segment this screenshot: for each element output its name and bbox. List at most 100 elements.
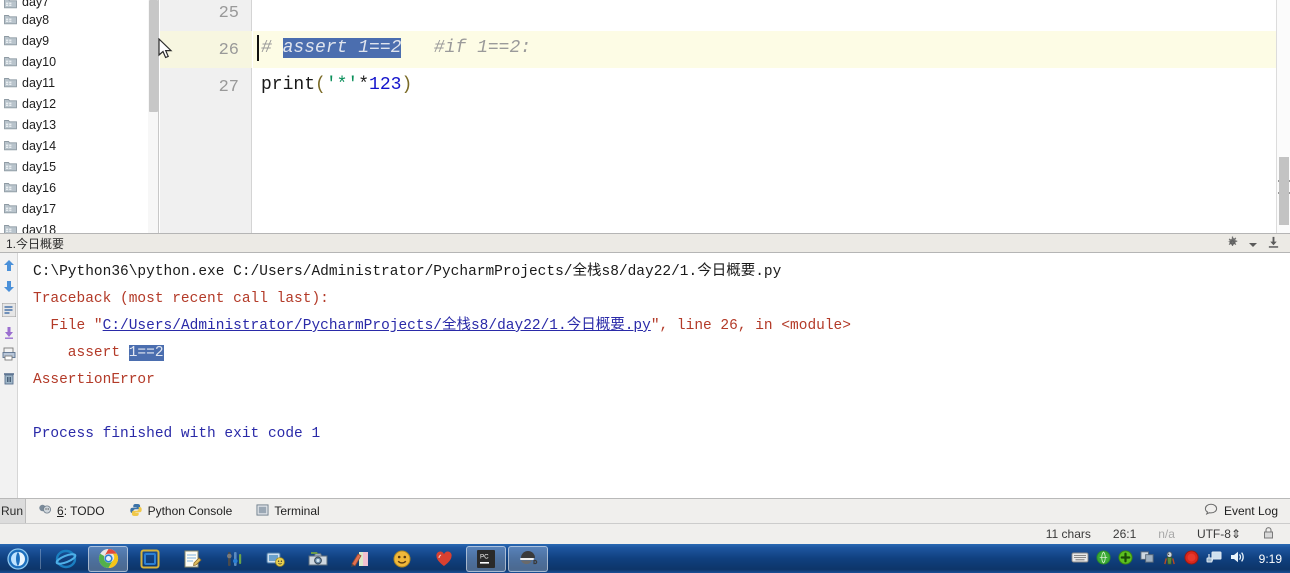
tree-item-day15[interactable]: day15 xyxy=(0,156,148,177)
green-circle-icon[interactable] xyxy=(1096,549,1111,568)
down-arrow-icon[interactable] xyxy=(2,279,16,293)
tree-item-day18[interactable]: day18 xyxy=(0,219,148,233)
tree-item-day14[interactable]: day14 xyxy=(0,135,148,156)
toolwindow-button-todo[interactable]: 6: TODO xyxy=(26,499,117,524)
status-char-count: 11 chars xyxy=(1045,527,1091,541)
taskbar-coffee-app[interactable] xyxy=(508,545,548,572)
tree-item-day10[interactable]: day10 xyxy=(0,51,148,72)
event-log-icon xyxy=(1204,503,1218,519)
comment-hash: # xyxy=(261,38,272,58)
run-console[interactable]: C:\Python36\python.exe C:/Users/Administ… xyxy=(0,253,1290,498)
file-path-link[interactable]: C:/Users/Administrator/PycharmProjects/全… xyxy=(103,318,651,334)
taskbar-messenger-app[interactable] xyxy=(256,546,296,572)
event-log-button[interactable]: Event Log xyxy=(1204,503,1290,519)
tree-item-label: day13 xyxy=(22,117,57,132)
terminal-icon xyxy=(256,503,269,519)
chevron-down-icon[interactable] xyxy=(1249,237,1257,251)
line-number-25: 25 xyxy=(218,4,239,23)
taskbar-camera-app[interactable] xyxy=(298,546,338,572)
tree-item-label: day15 xyxy=(22,159,57,174)
taskbar-internet-explorer[interactable] xyxy=(46,546,86,572)
python-icon xyxy=(129,503,143,520)
keyboard-icon[interactable] xyxy=(1071,550,1089,567)
print-keyword: print xyxy=(261,75,316,95)
taskbar-divider xyxy=(40,548,41,569)
code-line-27[interactable]: print('*'*123) xyxy=(261,75,412,95)
toolwindow-button-python-console[interactable]: Python Console xyxy=(117,499,245,524)
tree-item-day17[interactable]: day17 xyxy=(0,198,148,219)
folder-icon xyxy=(4,14,17,25)
tree-item-day7[interactable]: day7 xyxy=(0,0,148,9)
status-encoding[interactable]: UTF-8⇕ xyxy=(1197,527,1241,541)
console-exit-line: Process finished with exit code 1 xyxy=(33,426,321,442)
assert-expression-selected[interactable]: 1==2 xyxy=(128,345,164,361)
editor-scrollbar-thumb[interactable] xyxy=(1279,157,1289,225)
network-icon[interactable] xyxy=(1206,550,1222,567)
todo-icon xyxy=(38,503,52,519)
terminal-label: Terminal xyxy=(274,504,320,518)
editor-scrollbar[interactable] xyxy=(1276,0,1290,233)
scroll-to-end-icon[interactable] xyxy=(2,325,16,339)
console-assert-line: assert 1==2 xyxy=(33,344,164,362)
code-line-26[interactable]: # assert 1==2 #if 1==2: xyxy=(261,38,531,58)
console-file-line[interactable]: File "C:/Users/Administrator/PycharmProj… xyxy=(33,317,851,335)
tree-item-label: day18 xyxy=(22,222,57,234)
console-output[interactable]: C:\Python36\python.exe C:/Users/Administ… xyxy=(19,253,1290,498)
code-editor[interactable]: 25 26 27 # assert 1==2 #if 1==2: print('… xyxy=(160,0,1290,233)
print-icon[interactable] xyxy=(2,347,16,361)
toolwindow-button-run[interactable]: Run xyxy=(0,498,26,524)
editor-gutter[interactable]: 25 26 27 xyxy=(160,0,252,233)
tree-item-day12[interactable]: day12 xyxy=(0,93,148,114)
tree-item-label: day10 xyxy=(22,54,57,69)
project-tool-window[interactable]: day7 day8 day9 day10 day11 day12 day13 day14 day… xyxy=(0,0,148,233)
tree-item-day8[interactable]: day8 xyxy=(0,9,148,30)
folder-icon xyxy=(4,140,17,151)
green-plus-icon[interactable] xyxy=(1118,549,1133,568)
lock-icon[interactable] xyxy=(1263,526,1274,542)
taskbar-notepad-editor[interactable] xyxy=(172,546,212,572)
tree-item-day13[interactable]: day13 xyxy=(0,114,148,135)
tree-item-label: day16 xyxy=(22,180,57,195)
volume-icon[interactable] xyxy=(1229,550,1245,567)
tree-item-day16[interactable]: day16 xyxy=(0,177,148,198)
taskbar-heart-app[interactable] xyxy=(424,546,464,572)
event-log-label: Event Log xyxy=(1223,504,1278,518)
taskbar-tools-app[interactable] xyxy=(214,546,254,572)
security-icon[interactable] xyxy=(1162,550,1177,568)
taskbar-google-chrome[interactable] xyxy=(88,545,128,572)
toolwindow-button-terminal[interactable]: Terminal xyxy=(244,499,331,524)
folder-icon xyxy=(4,98,17,109)
console-error-name: AssertionError xyxy=(33,372,155,388)
up-arrow-icon[interactable] xyxy=(2,259,16,273)
selected-assert-text[interactable]: assert 1==2 xyxy=(282,38,402,58)
tree-item-label: day12 xyxy=(22,96,57,111)
taskbar-paint-app[interactable] xyxy=(340,546,380,572)
trailing-comment: #if 1==2: xyxy=(433,38,532,58)
folder-icon xyxy=(4,224,17,233)
star-string-literal: '*' xyxy=(325,75,359,95)
status-line-separator[interactable]: n/a xyxy=(1158,527,1175,541)
editor-text-area[interactable]: # assert 1==2 #if 1==2: print('*'*123) xyxy=(253,0,1290,233)
taskbar-app-green-square[interactable] xyxy=(130,546,170,572)
trash-icon[interactable] xyxy=(2,371,16,385)
project-scrollbar-thumb[interactable] xyxy=(149,0,158,112)
taskbar-emoji-app[interactable] xyxy=(382,546,422,572)
run-tab-label[interactable]: 1.今日概要 xyxy=(6,236,64,252)
tree-item-day9[interactable]: day9 xyxy=(0,30,148,51)
project-scrollbar[interactable] xyxy=(148,0,159,233)
windows-taskbar: PC 9:19 xyxy=(0,544,1290,573)
red-stop-icon[interactable] xyxy=(1184,549,1199,568)
status-caret-position[interactable]: 26:1 xyxy=(1113,527,1136,541)
windows-squares-icon[interactable] xyxy=(1140,550,1155,567)
tree-item-day11[interactable]: day11 xyxy=(0,72,148,93)
line-number-26: 26 xyxy=(218,41,239,60)
gear-icon[interactable] xyxy=(1226,236,1239,252)
folder-icon xyxy=(4,182,17,193)
start-orb-icon[interactable] xyxy=(0,544,36,573)
soft-wrap-icon[interactable] xyxy=(1,302,17,318)
taskbar-clock[interactable]: 9:19 xyxy=(1251,552,1290,566)
python-console-label: Python Console xyxy=(147,504,233,518)
hide-window-icon[interactable] xyxy=(1267,236,1280,252)
taskbar-pycharm-app[interactable]: PC xyxy=(466,545,506,572)
tree-item-label: day14 xyxy=(22,138,57,153)
